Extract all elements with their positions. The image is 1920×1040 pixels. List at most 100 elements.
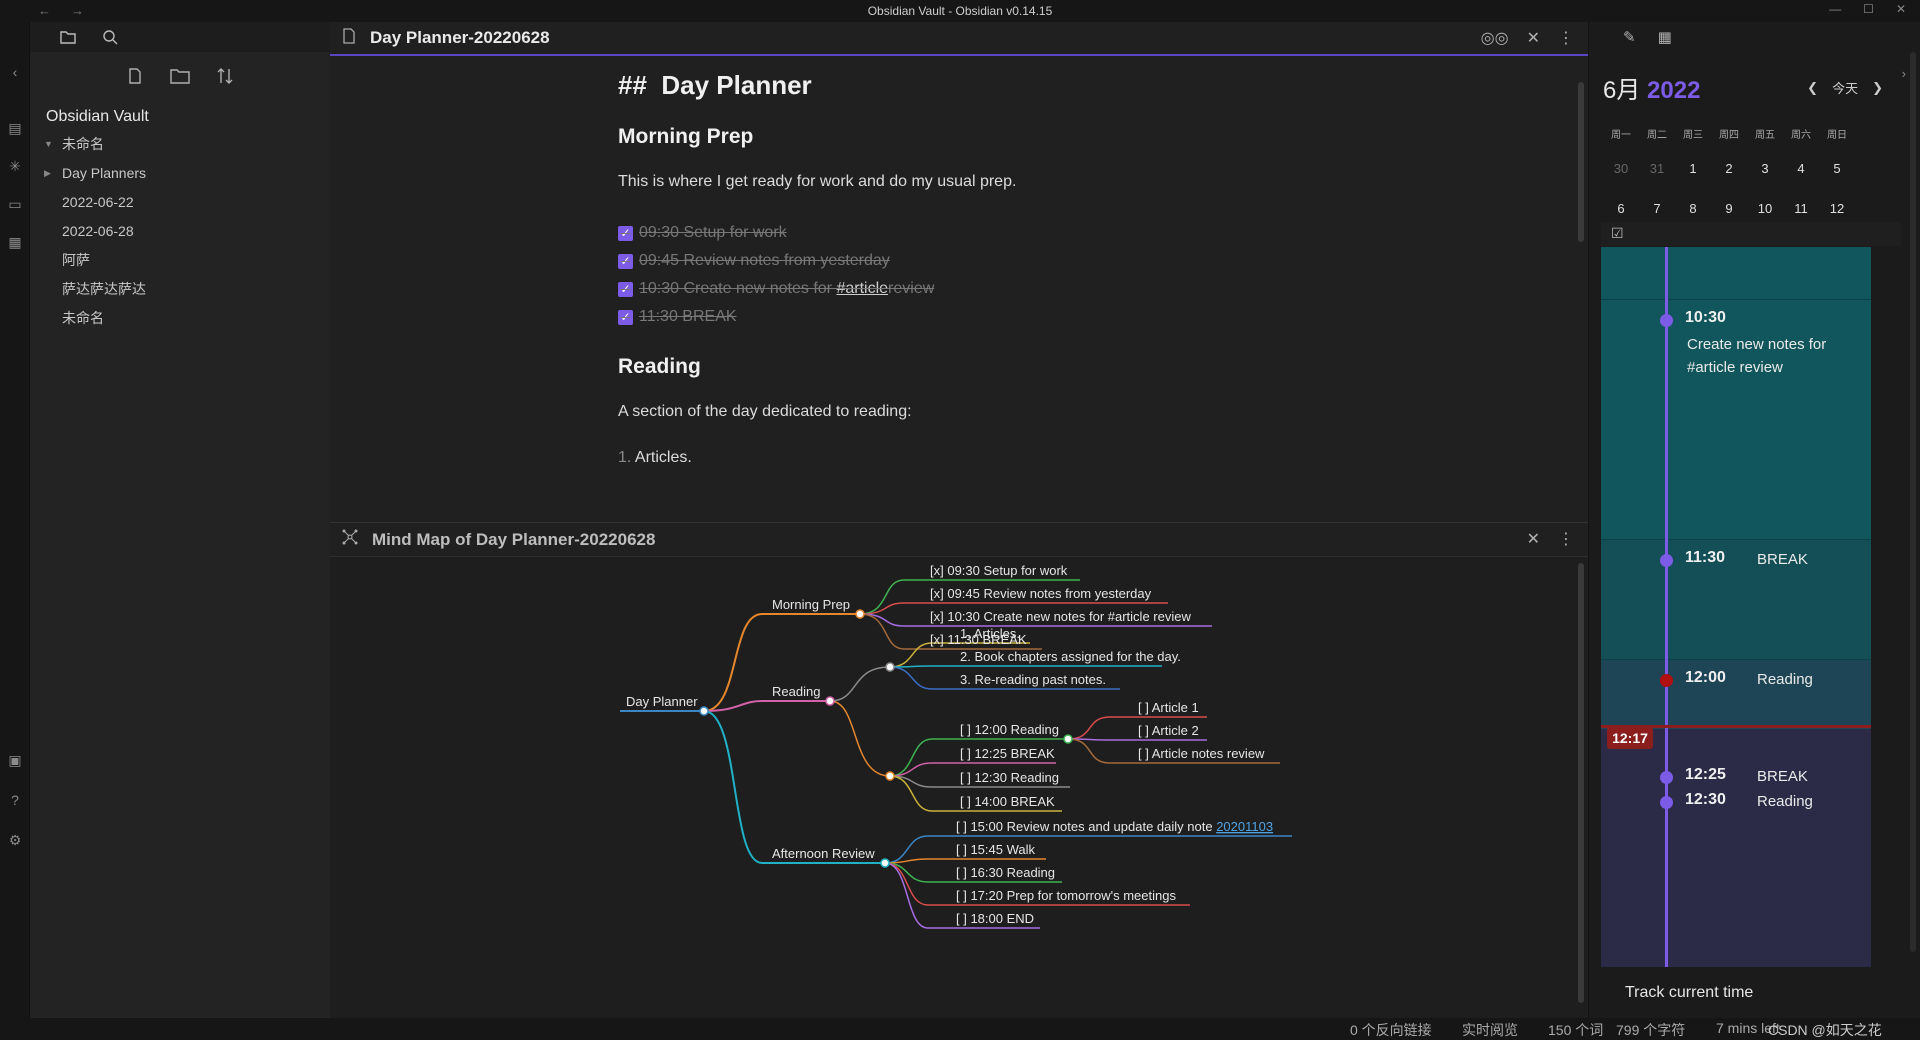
collapse-left-icon[interactable]: ‹ [7,64,23,80]
calendar-day[interactable]: 4 [1783,151,1819,187]
mindmap-header: Mind Map of Day Planner-20220628 ✕ ⋮ [330,523,1588,557]
list-item: 1. Articles. [618,449,692,466]
folder-tab-icon[interactable] [60,29,76,45]
sort-icon[interactable] [216,67,234,90]
section-heading: Morning Prep [618,125,754,148]
weekday-label: 周五 [1755,130,1775,141]
timeline-text: Reading [1757,793,1813,810]
view-mode[interactable]: 实时阅览 [1462,1020,1518,1040]
weekday-label: 周六 [1791,130,1811,141]
close-pane-icon[interactable]: ✕ [1527,28,1540,48]
more-options-icon[interactable]: ⋮ [1558,529,1574,549]
editor-tab-title[interactable]: Day Planner-20220628 [370,28,550,48]
next-month-icon[interactable]: ❯ [1872,80,1883,96]
mindmap-node: [x] 09:30 Setup for work [930,563,1068,578]
file-item[interactable]: 阿萨 [30,246,330,275]
collapse-right-icon[interactable]: › [1902,66,1906,81]
mindmap-node: [ ] 16:30 Reading [956,865,1055,880]
calendar-day[interactable]: 2 [1711,151,1747,187]
close-window-icon[interactable]: ✕ [1896,2,1906,16]
search-icon[interactable] [102,29,118,45]
timeline-time: 12:30 [1685,791,1726,808]
mindmap-node: [ ] 12:25 BREAK [960,746,1055,761]
tag-link[interactable]: #article [836,280,888,298]
mindmap-node: [x] 09:45 Review notes from yesterday [930,586,1152,601]
forward-arrow-icon[interactable]: → [71,3,84,18]
day-planner-timeline: 10:30 Create new notes for #article revi… [1601,247,1871,967]
calendar-day[interactable]: 5 [1819,151,1855,187]
weekday-label: 周一 [1611,130,1631,141]
mindmap-node: [ ] Article 2 [1138,723,1199,738]
folder-item[interactable]: ▶ Day Planners [30,159,330,188]
mindmap-node: 2. Book chapters assigned for the day. [960,649,1181,664]
scrollbar[interactable] [1910,52,1916,952]
today-button[interactable]: 今天 [1832,78,1858,97]
checklist-icon[interactable]: ☑ [1611,225,1624,242]
graph-view-icon[interactable]: ✳ [7,158,23,174]
calendar-tab-icon[interactable]: ▦ [1658,28,1672,46]
calendar-day[interactable]: 30 [1603,151,1639,187]
scrollbar[interactable] [1578,82,1584,242]
new-folder-icon[interactable] [170,67,190,90]
calendar-day[interactable]: 31 [1639,151,1675,187]
mindmap-node: 3. Re-reading past notes. [960,672,1106,687]
more-options-icon[interactable]: ⋮ [1558,28,1574,48]
vault-name[interactable]: Obsidian Vault [30,104,330,130]
editor-content[interactable]: ## Day Planner Morning Prep This is wher… [618,70,1318,467]
reading-view-icon[interactable]: ◎◎ [1481,28,1509,48]
timeline-time: 12:00 [1685,669,1726,686]
vault-icon[interactable]: ▣ [7,752,23,768]
new-note-icon[interactable] [126,67,144,90]
settings-gear-icon[interactable]: ⚙ [7,832,23,848]
checkbox[interactable]: ✓ [618,281,633,297]
file-item[interactable]: 萨达萨达萨达 [30,275,330,304]
scrollbar[interactable] [1578,563,1584,1003]
checkbox[interactable]: ✓ [618,253,633,269]
mindmap-canvas[interactable]: Day Planner Morning Prep Reading Afterno… [330,559,1588,1019]
templates-icon[interactable]: ▭ [7,196,23,212]
title-bar: ← → Obsidian Vault - Obsidian v0.14.15 —… [0,0,1920,22]
mindmap-node: [ ] Article 1 [1138,700,1199,715]
caret-down-icon: ▼ [44,139,53,149]
right-sidebar: ✎ ▦ 6月 2022 ❮ 今天 ❯ 周一 周二 周三 周四 周五 周六 周日 30 31 1 2 3… [1588,22,1920,1022]
mindmap-tab-title[interactable]: Mind Map of Day Planner-20220628 [372,530,655,550]
mindmap-node-root: Day Planner [626,694,698,709]
minimize-icon[interactable]: — [1829,2,1841,16]
plugins-icon[interactable]: ▦ [7,234,23,250]
current-time-badge: 12:17 [1607,727,1653,749]
file-item[interactable]: 2022-06-28 [30,217,330,246]
mindmap-node: Afternoon Review [772,846,875,861]
timeline-dot [1660,314,1673,327]
paragraph: A section of the day dedicated to readin… [618,403,912,420]
status-bar: 0 个反向链接 实时阅览 150 个词 799 个字符 7 mins left … [0,1018,1920,1040]
mindmap-node: Reading [772,684,820,699]
close-pane-icon[interactable]: ✕ [1527,529,1540,549]
task-item: ✓ 11:30 BREAK [618,303,1318,331]
mindmap-node: 1. Articles. [960,626,1020,641]
backlinks-count[interactable]: 0 个反向链接 [1350,1020,1432,1040]
mindmap-node: [ ] 17:20 Prep for tomorrow's meetings [956,888,1176,903]
note-heading: ## Day Planner [618,70,812,100]
prev-month-icon[interactable]: ❮ [1807,80,1818,96]
timeline-text: Reading [1757,671,1813,688]
folder-item[interactable]: ▼ 未命名 [30,130,330,159]
checkbox[interactable]: ✓ [618,309,633,325]
maximize-icon[interactable]: ☐ [1863,2,1874,16]
section-heading: Reading [618,355,701,378]
back-arrow-icon[interactable]: ← [38,3,51,18]
help-icon[interactable]: ? [7,792,23,808]
timeline-time: 11:30 [1685,549,1726,566]
calendar-day[interactable]: 1 [1675,151,1711,187]
timeline-dot [1660,554,1673,567]
task-item: ✓ 10:30 Create new notes for #article rev… [618,275,1318,303]
file-item[interactable]: 2022-06-22 [30,188,330,217]
track-current-time-label[interactable]: Track current time [1625,984,1753,1002]
file-item[interactable]: 未命名 [30,304,330,333]
day-planner-tab-icon[interactable]: ✎ [1623,28,1636,46]
checkbox[interactable]: ✓ [618,225,633,241]
open-quick-switcher-icon[interactable]: ▤ [7,120,23,136]
mindmap-node: Morning Prep [772,597,850,612]
timeline-text: BREAK [1757,551,1808,568]
timeline-time: 12:25 [1685,766,1726,783]
calendar-day[interactable]: 3 [1747,151,1783,187]
